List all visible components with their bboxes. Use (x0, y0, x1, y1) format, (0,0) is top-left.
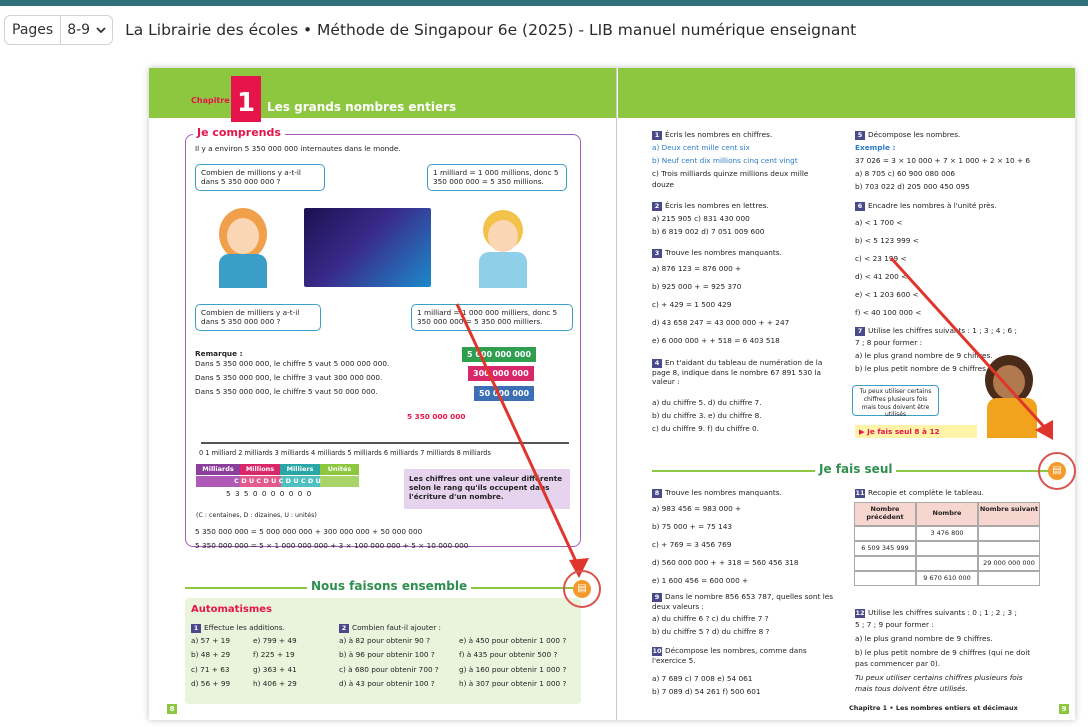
pages-value: 8-9 (67, 22, 91, 38)
chevron-down-icon (96, 27, 106, 34)
arrow-line-left (455, 303, 581, 569)
document-icon: ▤ (573, 580, 591, 598)
book-spread: Chapitre 1 Les grands nombres entiers Je… (149, 68, 1075, 720)
resource-icon-left[interactable]: ▤ (563, 570, 601, 608)
annotation-arrows (455, 256, 1053, 578)
resource-icon-right[interactable]: ▤ (1038, 452, 1076, 490)
toolbar: Pages 8-9 La Librairie des écoles • Méth… (0, 6, 1088, 54)
document-icon: ▤ (1048, 462, 1066, 480)
arrow-line-right (889, 256, 1049, 432)
pages-label: Pages (4, 15, 62, 45)
pages-select[interactable]: 8-9 (61, 15, 114, 45)
arrow-head-right (1035, 420, 1053, 440)
document-title: La Librairie des écoles • Méthode de Sin… (125, 21, 857, 39)
